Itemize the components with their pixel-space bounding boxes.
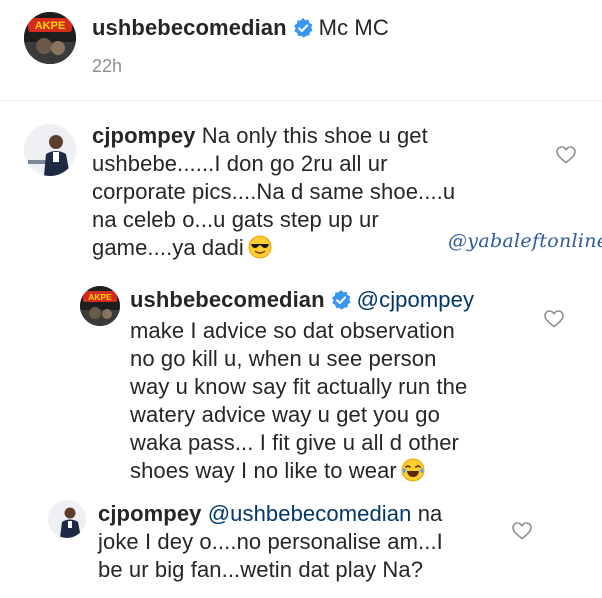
comment-line: na celeb o...u gats step up ur [92,207,379,232]
comment-username[interactable]: cjpompey [92,123,196,148]
verified-icon [331,289,351,317]
like-heart-icon[interactable] [512,522,532,545]
caption-line: ushbebecomedian Mc MC [92,14,389,45]
reply-avatar[interactable]: AKPE [80,286,120,326]
caption-text: Mc MC [318,15,389,40]
like-heart-icon[interactable] [544,310,564,333]
reply-username[interactable]: ushbebecomedian [130,287,325,312]
comment-line: na [417,501,443,526]
verified-icon [293,17,313,45]
comment-line: make I advice so dat observation [130,318,455,343]
comment-line: joke I dey o....no personalise am...I [98,529,443,554]
comment-line: way u know say fit actually run the [130,374,468,399]
caption-avatar-badge: AKPE [35,20,66,32]
caption-avatar[interactable]: AKPE [24,12,76,64]
comment-line: game....ya dadi [92,235,244,260]
watermark: @yabaleftonline [448,230,602,252]
sunglasses-emoji-icon [248,235,272,266]
reply-1-text: ushbebecomedian @cjpompey make I advice s… [130,286,550,489]
divider [0,100,602,101]
comment-line: waka pass... I fit give u all d other [130,430,459,455]
comment-avatar[interactable] [24,124,76,176]
comment-line: watery advice way u get you go [130,402,440,427]
like-heart-icon[interactable] [556,146,576,169]
mention-link[interactable]: @cjpompey [357,287,474,312]
mention-link[interactable]: @ushbebecomedian [208,501,412,526]
reply-avatar[interactable] [48,500,86,538]
comment-line: be ur big fan...wetin dat play Na? [98,557,424,582]
reply-avatar-badge: AKPE [88,292,112,302]
comment-line: Na only this shoe u get [201,123,428,148]
caption-username[interactable]: ushbebecomedian [92,15,287,40]
reply-2-text: cjpompey @ushbebecomedian na joke I dey … [98,500,518,584]
reply-username[interactable]: cjpompey [98,501,202,526]
tears-of-joy-emoji-icon [401,458,425,489]
comment-line: corporate pics....Na d same shoe....u [92,179,456,204]
comment-line: no go kill u, when u see person [130,346,437,371]
comment-line: shoes way I no like to wear [130,458,397,483]
comment-line: ushbebe......I don go 2ru all ur [92,151,388,176]
caption-timestamp: 22h [92,56,123,76]
